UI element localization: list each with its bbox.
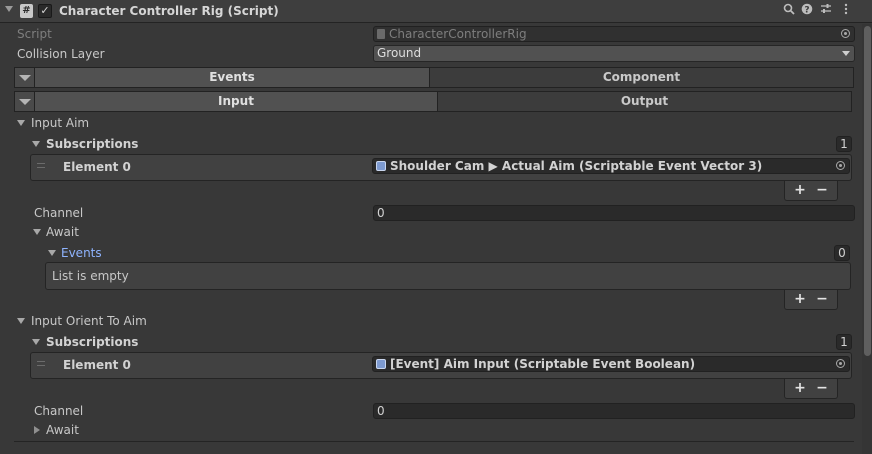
subscriptions-foldout-icon[interactable]	[32, 141, 40, 147]
tab-foldout-icon[interactable]	[15, 68, 35, 87]
orient-await-label[interactable]: Await	[46, 421, 79, 439]
orient-subscriptions-list: Element 0 [Event] Aim Input (Scriptable …	[30, 352, 852, 379]
drag-handle-icon[interactable]	[37, 361, 45, 366]
orient-element-0-value: [Event] Aim Input (Scriptable Event Bool…	[390, 357, 696, 371]
subscriptions-list: Element 0 Shoulder Cam ▶ Actual Aim (Scr…	[30, 154, 852, 181]
channel-field[interactable]: 0	[373, 205, 855, 221]
script-value: CharacterControllerRig	[389, 27, 527, 41]
script-icon: #	[20, 4, 33, 18]
orient-subscriptions-foldout-icon[interactable]	[32, 339, 40, 345]
add-element-button[interactable]: +	[790, 182, 810, 198]
collision-layer-label: Collision Layer	[17, 47, 105, 61]
sub-tab-foldout-icon[interactable]	[15, 92, 35, 111]
element-0-label: Element 0	[63, 160, 131, 174]
collision-layer-dropdown[interactable]: Ground	[373, 45, 855, 62]
orient-add-remove-footer: + −	[784, 379, 838, 399]
channel-label: Channel	[34, 206, 84, 220]
component-header[interactable]: # ✓ Character Controller Rig (Script) ?	[0, 0, 872, 23]
add-event-button[interactable]: +	[790, 291, 810, 307]
component-title: Character Controller Rig (Script)	[59, 4, 279, 18]
top-tab-bar: Events Component	[14, 67, 854, 88]
tab-output[interactable]: Output	[438, 92, 851, 111]
svg-text:?: ?	[804, 5, 809, 15]
orient-add-element-button[interactable]: +	[790, 380, 810, 396]
events-label[interactable]: Events	[61, 244, 102, 262]
script-label: Script	[17, 27, 52, 41]
input-orient-label[interactable]: Input Orient To Aim	[31, 312, 147, 330]
scriptable-object-icon	[376, 161, 386, 171]
events-count-field[interactable]: 0	[834, 245, 850, 261]
orient-await-foldout-icon[interactable]	[34, 426, 40, 434]
orient-element-0-label: Element 0	[63, 358, 131, 372]
orient-channel-label: Channel	[34, 404, 84, 418]
object-picker-icon[interactable]	[841, 29, 850, 38]
cs-script-icon	[377, 29, 385, 39]
events-add-remove-footer: + −	[784, 290, 838, 310]
events-list: List is empty	[45, 262, 851, 290]
help-icon[interactable]: ?	[799, 3, 815, 19]
kebab-menu-icon[interactable]	[838, 3, 854, 19]
input-orient-foldout-icon[interactable]	[17, 318, 25, 324]
enabled-checkbox[interactable]: ✓	[38, 4, 52, 18]
tab-events[interactable]: Events	[35, 68, 430, 87]
orient-remove-element-button[interactable]: −	[812, 380, 832, 396]
list-empty-text: List is empty	[52, 269, 129, 283]
collision-layer-value: Ground	[377, 46, 422, 60]
list-add-remove-footer: + −	[784, 181, 838, 201]
chevron-down-icon	[842, 51, 850, 56]
sub-tab-bar: Input Output	[14, 91, 852, 112]
remove-event-button[interactable]: −	[812, 291, 832, 307]
orient-subscriptions-count-field[interactable]: 1	[836, 334, 852, 350]
drag-handle-icon[interactable]	[37, 163, 45, 168]
section-divider	[14, 441, 854, 442]
orient-channel-field[interactable]: 0	[373, 403, 855, 419]
remove-element-button[interactable]: −	[812, 182, 832, 198]
element-0-object-field[interactable]: Shoulder Cam ▶ Actual Aim (Scriptable Ev…	[372, 158, 850, 174]
events-foldout-icon[interactable]	[48, 250, 56, 256]
script-field[interactable]: CharacterControllerRig	[373, 26, 855, 42]
object-picker-icon[interactable]	[836, 359, 845, 368]
preset-sliders-icon[interactable]	[818, 3, 834, 19]
input-aim-label[interactable]: Input Aim	[31, 114, 89, 132]
orient-element-0-object-field[interactable]: [Event] Aim Input (Scriptable Event Bool…	[372, 356, 850, 372]
scriptable-object-icon	[376, 359, 386, 369]
scrollbar-thumb[interactable]	[864, 26, 871, 356]
subscriptions-count-field[interactable]: 1	[836, 136, 852, 152]
input-aim-foldout-icon[interactable]	[17, 120, 25, 126]
element-0-value: Shoulder Cam ▶ Actual Aim (Scriptable Ev…	[390, 159, 763, 173]
foldout-arrow-icon[interactable]	[5, 6, 13, 12]
subscriptions-label[interactable]: Subscriptions	[46, 135, 138, 153]
tab-component[interactable]: Component	[430, 68, 853, 87]
search-icon[interactable]	[781, 3, 797, 19]
await-foldout-icon[interactable]	[33, 229, 41, 235]
orient-subscriptions-label[interactable]: Subscriptions	[46, 333, 138, 351]
tab-input[interactable]: Input	[35, 92, 438, 111]
await-label[interactable]: Await	[46, 223, 79, 241]
object-picker-icon[interactable]	[836, 161, 845, 170]
